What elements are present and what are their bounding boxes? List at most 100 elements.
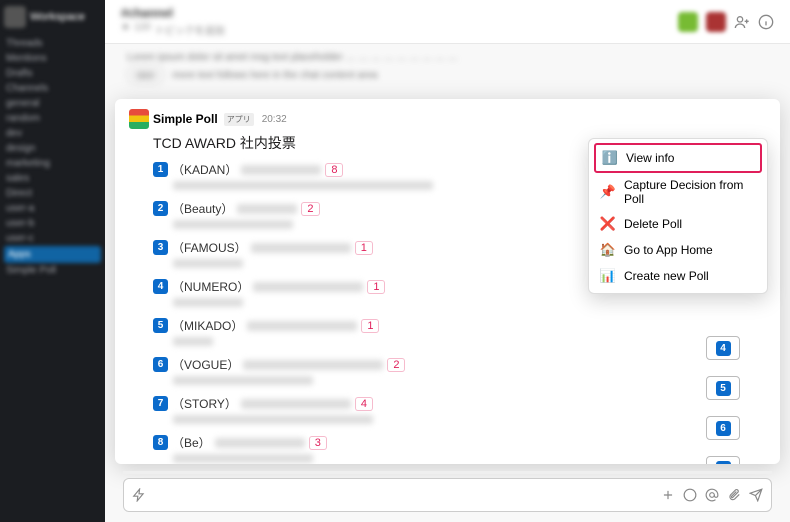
poll-actions-menu: ℹ️ View info 📌 Capture Decision from Poll ❌ D… bbox=[588, 138, 768, 294]
vote-button[interactable]: 7 bbox=[706, 456, 740, 464]
menu-item[interactable]: 📌 Capture Decision from Poll bbox=[594, 173, 762, 211]
channel-title: #channel bbox=[121, 6, 225, 20]
menu-item[interactable]: ℹ️ View info bbox=[594, 143, 762, 173]
sidebar-item[interactable]: Direct bbox=[4, 186, 101, 201]
menu-item[interactable]: 🏠 Go to App Home bbox=[594, 237, 762, 263]
vote-button[interactable]: 4 bbox=[706, 336, 740, 360]
vote-button-number-icon: 7 bbox=[716, 461, 731, 465]
message-composer[interactable] bbox=[123, 478, 772, 512]
option-extra bbox=[241, 165, 321, 175]
option-label: （Be） bbox=[172, 434, 211, 451]
vote-count: 1 bbox=[367, 280, 385, 294]
sidebar-item[interactable]: sales bbox=[4, 171, 101, 186]
workspace-name: Workspace bbox=[30, 11, 85, 23]
option-extra bbox=[241, 399, 351, 409]
option-label: （STORY） bbox=[172, 395, 237, 412]
emoji-icon[interactable] bbox=[683, 488, 697, 502]
option-label: （Beauty） bbox=[172, 200, 233, 217]
sidebar-item[interactable]: design bbox=[4, 141, 101, 156]
sidebar-item[interactable]: Simple Poll bbox=[4, 263, 101, 278]
menu-item-label: Delete Poll bbox=[624, 217, 682, 231]
voter-list bbox=[173, 415, 373, 424]
option-extra bbox=[215, 438, 305, 448]
sidebar-item[interactable]: user-b bbox=[4, 216, 101, 231]
option-extra bbox=[243, 360, 383, 370]
member-avatar[interactable] bbox=[706, 12, 726, 32]
option-number-icon: 7 bbox=[153, 396, 168, 411]
simple-poll-logo-icon bbox=[129, 109, 149, 129]
option-extra bbox=[247, 321, 357, 331]
menu-item-icon: 📌 bbox=[600, 184, 616, 200]
vote-count: 4 bbox=[355, 397, 373, 411]
vote-count: 8 bbox=[325, 163, 343, 177]
vote-button-number-icon: 5 bbox=[716, 381, 731, 396]
poll-option-row: 7 （STORY） 4 bbox=[153, 395, 688, 424]
voter-list bbox=[173, 220, 293, 229]
option-label: （VOGUE） bbox=[172, 356, 239, 373]
poll-option-row: 6 （VOGUE） 2 bbox=[153, 356, 688, 385]
vote-count: 2 bbox=[301, 202, 319, 216]
channel-subtitle: ★120トピックを追加 bbox=[121, 22, 225, 37]
vote-button-number-icon: 6 bbox=[716, 421, 731, 436]
option-label: （MIKADO） bbox=[172, 317, 243, 334]
menu-item-label: Capture Decision from Poll bbox=[624, 178, 756, 206]
voter-list bbox=[173, 376, 313, 385]
option-number-icon: 2 bbox=[153, 201, 168, 216]
option-extra bbox=[237, 204, 297, 214]
sidebar-item[interactable]: Mentions bbox=[4, 51, 101, 66]
vote-count: 1 bbox=[361, 319, 379, 333]
vote-count: 2 bbox=[387, 358, 405, 372]
voter-list bbox=[173, 337, 213, 346]
vote-count: 1 bbox=[355, 241, 373, 255]
option-number-icon: 4 bbox=[153, 279, 168, 294]
app-badge: アプリ bbox=[224, 113, 254, 126]
sidebar-item[interactable]: Channels bbox=[4, 81, 101, 96]
workspace-avatar bbox=[4, 6, 26, 28]
at-icon[interactable] bbox=[705, 488, 719, 502]
option-label: （NUMERO） bbox=[172, 278, 249, 295]
option-number-icon: 3 bbox=[153, 240, 168, 255]
sidebar-item[interactable]: Drafts bbox=[4, 66, 101, 81]
option-extra bbox=[251, 243, 351, 253]
attach-icon[interactable] bbox=[727, 488, 741, 502]
menu-item-icon: 🏠 bbox=[600, 242, 616, 258]
sidebar-item[interactable]: marketing bbox=[4, 156, 101, 171]
sidebar-item[interactable]: user-c bbox=[4, 231, 101, 246]
option-extra bbox=[253, 282, 363, 292]
voter-list bbox=[173, 181, 433, 190]
menu-item[interactable]: 📊 Create new Poll bbox=[594, 263, 762, 289]
option-number-icon: 1 bbox=[153, 162, 168, 177]
member-avatar[interactable] bbox=[678, 12, 698, 32]
sidebar-item[interactable]: Threads bbox=[4, 36, 101, 51]
option-label: （KADAN） bbox=[172, 161, 237, 178]
poll-timestamp: 20:32 bbox=[262, 114, 287, 125]
sidebar-item[interactable]: user-a bbox=[4, 201, 101, 216]
sidebar-item[interactable]: dev bbox=[4, 126, 101, 141]
menu-item-icon: ℹ️ bbox=[602, 150, 618, 166]
add-user-icon[interactable] bbox=[734, 14, 750, 30]
vote-button[interactable]: 5 bbox=[706, 376, 740, 400]
menu-item[interactable]: ❌ Delete Poll bbox=[594, 211, 762, 237]
send-icon[interactable] bbox=[749, 488, 763, 502]
sidebar-item[interactable]: random bbox=[4, 111, 101, 126]
option-number-icon: 5 bbox=[153, 318, 168, 333]
voter-list bbox=[173, 259, 243, 268]
voter-list bbox=[173, 298, 243, 307]
info-icon[interactable] bbox=[758, 14, 774, 30]
menu-item-icon: 📊 bbox=[600, 268, 616, 284]
option-number-icon: 6 bbox=[153, 357, 168, 372]
option-number-icon: 8 bbox=[153, 435, 168, 450]
lightning-icon[interactable] bbox=[132, 488, 146, 502]
vote-count: 3 bbox=[309, 436, 327, 450]
sidebar-item[interactable]: Apps bbox=[4, 246, 101, 263]
menu-item-icon: ❌ bbox=[600, 216, 616, 232]
menu-item-label: View info bbox=[626, 151, 674, 165]
plus-icon[interactable] bbox=[661, 488, 675, 502]
vote-button[interactable]: 6 bbox=[706, 416, 740, 440]
sidebar: Workspace ThreadsMentionsDraftsChannelsg… bbox=[0, 0, 105, 522]
vote-button-number-icon: 4 bbox=[716, 341, 731, 356]
sidebar-item[interactable]: general bbox=[4, 96, 101, 111]
menu-item-label: Create new Poll bbox=[624, 269, 709, 283]
menu-item-label: Go to App Home bbox=[624, 243, 713, 257]
voter-list bbox=[173, 454, 313, 463]
